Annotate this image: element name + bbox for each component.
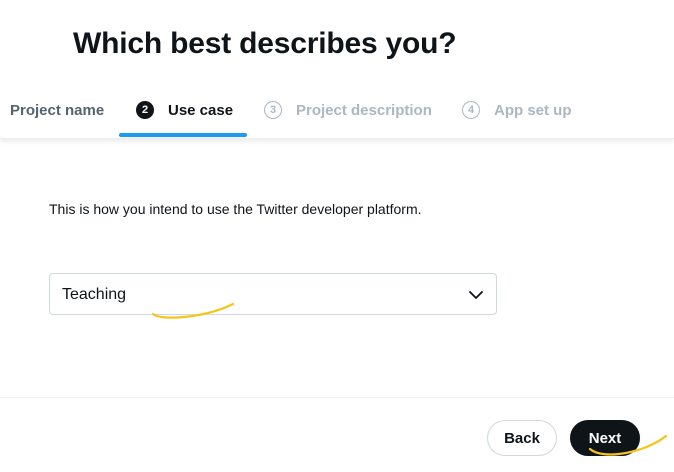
highlight-annotation xyxy=(151,302,668,456)
step-number-badge: 3 xyxy=(264,101,282,119)
step-label: Project name xyxy=(10,101,105,119)
progress-stepper: Project name 2 Use case 3 Project descri… xyxy=(0,84,674,139)
next-button[interactable]: Next xyxy=(570,420,640,456)
step-project-name[interactable]: Project name xyxy=(10,84,104,136)
use-case-select[interactable]: Teaching xyxy=(49,273,497,315)
step-label: Project description xyxy=(296,101,432,119)
use-case-description: This is how you intend to use the Twitte… xyxy=(49,201,422,217)
step-number-badge: 2 xyxy=(136,101,154,119)
step-use-case[interactable]: 2 Use case xyxy=(136,84,233,136)
active-step-indicator xyxy=(119,133,247,137)
use-case-select-value: Teaching xyxy=(62,286,127,303)
chevron-down-icon xyxy=(469,291,483,299)
page-title: Which best describes you? xyxy=(73,27,457,60)
back-button[interactable]: Back xyxy=(487,420,557,456)
footer-divider xyxy=(0,397,674,398)
step-app-set-up[interactable]: 4 App set up xyxy=(462,84,572,136)
step-project-description[interactable]: 3 Project description xyxy=(264,84,432,136)
step-number-badge: 4 xyxy=(462,101,480,119)
step-label: App set up xyxy=(494,101,572,119)
step-label: Use case xyxy=(168,101,234,119)
